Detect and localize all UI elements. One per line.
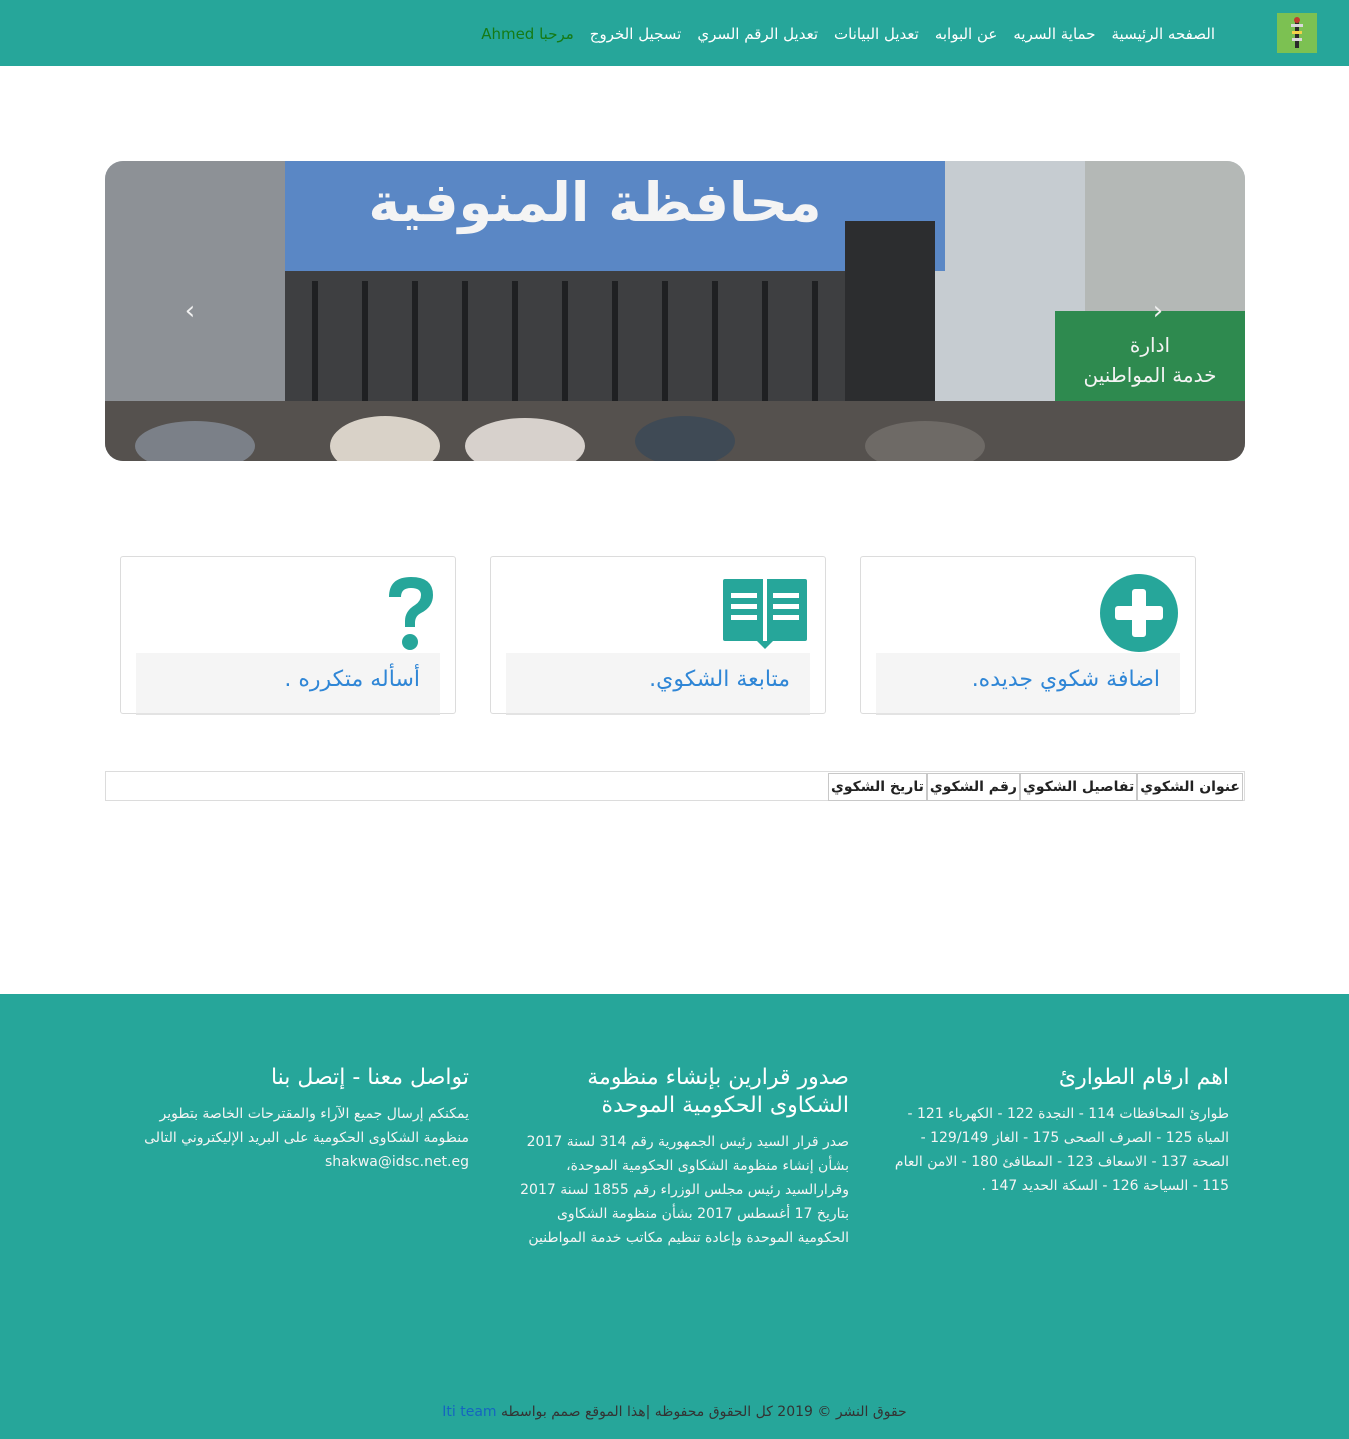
image-carousel[interactable]: محافظة المنوفية ادارة خدمة المواطنين ‹ › bbox=[105, 161, 1245, 461]
contact-title: تواصل معنا - إتصل بنا bbox=[270, 1065, 469, 1090]
logo[interactable] bbox=[1277, 13, 1317, 53]
carousel-next-button[interactable]: › bbox=[1143, 291, 1173, 331]
carousel-prev-button[interactable]: ‹ bbox=[175, 291, 205, 331]
emblem-icon bbox=[1291, 17, 1303, 48]
team-link[interactable]: Iti team bbox=[442, 1404, 496, 1420]
th-complaint-title: عنوان الشكوي bbox=[1137, 773, 1243, 801]
welcome-user: مرحبا Ahmed bbox=[481, 25, 574, 43]
carousel-sign-text: محافظة المنوفية bbox=[368, 171, 822, 234]
footer-emergency: اهم ارقام الطوارئ طوارئ المحافظات 114 - … bbox=[884, 1064, 1229, 1198]
th-complaint-number: رقم الشكوي bbox=[926, 773, 1020, 801]
plus-circle-icon bbox=[1100, 574, 1178, 652]
complaints-table: عنوان الشكوي تفاصيل الشكوي رقم الشكوي تا… bbox=[105, 771, 1245, 801]
navbar: الصفحه الرئيسية حماية السريه عن البوابه … bbox=[0, 0, 1349, 66]
emergency-title: اهم ارقام الطوارئ bbox=[1058, 1065, 1229, 1090]
book-icon bbox=[723, 579, 807, 649]
table-header-row: عنوان الشكوي تفاصيل الشكوي رقم الشكوي تا… bbox=[828, 773, 1243, 801]
new-complaint-link[interactable]: اضافة شكوي جديده. bbox=[972, 667, 1160, 692]
emergency-text: طوارئ المحافظات 114 - النجدة 122 - الكهر… bbox=[894, 1106, 1229, 1194]
decrees-title: صدور قرارين بإنشاء منظومة الشكاوى الحكوم… bbox=[587, 1065, 849, 1118]
card-new-complaint[interactable]: اضافة شكوي جديده. bbox=[860, 556, 1196, 715]
nav-menu: الصفحه الرئيسية حماية السريه عن البوابه … bbox=[481, 24, 1215, 44]
nav-privacy[interactable]: حماية السريه bbox=[1013, 24, 1095, 44]
carousel-small-sign-line1: ادارة bbox=[1129, 333, 1171, 357]
nav-change-password[interactable]: تعديل الرقم السري bbox=[697, 24, 818, 44]
card-faq[interactable]: أسأله متكرره . bbox=[120, 556, 456, 715]
nav-logout[interactable]: تسجيل الخروج bbox=[590, 24, 682, 44]
follow-complaint-link[interactable]: متابعة الشكوي. bbox=[649, 667, 790, 692]
nav-home[interactable]: الصفحه الرئيسية bbox=[1112, 24, 1216, 44]
nav-edit-profile[interactable]: تعديل البيانات bbox=[834, 24, 919, 44]
card-footer: أسأله متكرره . bbox=[136, 653, 440, 715]
question-icon bbox=[389, 577, 433, 650]
decrees-text: صدر قرار السيد رئيس الجمهورية رقم 314 لس… bbox=[520, 1134, 849, 1246]
footer-decrees: صدور قرارين بإنشاء منظومة الشكاوى الحكوم… bbox=[504, 1064, 849, 1250]
contact-text: يمكنكم إرسال جميع الآراء والمقترحات الخا… bbox=[144, 1106, 469, 1170]
card-follow-complaint[interactable]: متابعة الشكوي. bbox=[490, 556, 826, 715]
card-footer: متابعة الشكوي. bbox=[506, 653, 810, 715]
copyright: حقوق النشر © 2019 كل الحقوق محفوظه |هذا … bbox=[0, 1404, 1349, 1420]
footer-contact: تواصل معنا - إتصل بنا يمكنكم إرسال جميع … bbox=[124, 1064, 469, 1174]
faq-link[interactable]: أسأله متكرره . bbox=[284, 667, 420, 692]
carousel-small-sign-line2: خدمة المواطنين bbox=[1083, 363, 1217, 387]
site-footer: اهم ارقام الطوارئ طوارئ المحافظات 114 - … bbox=[0, 994, 1349, 1439]
th-complaint-details: تفاصيل الشكوي bbox=[1020, 773, 1138, 801]
th-complaint-date: تاريخ الشكوي bbox=[828, 773, 927, 801]
card-footer: اضافة شكوي جديده. bbox=[876, 653, 1180, 715]
nav-about[interactable]: عن البوابه bbox=[935, 24, 998, 44]
copyright-text: حقوق النشر © 2019 كل الحقوق محفوظه |هذا … bbox=[501, 1404, 907, 1420]
